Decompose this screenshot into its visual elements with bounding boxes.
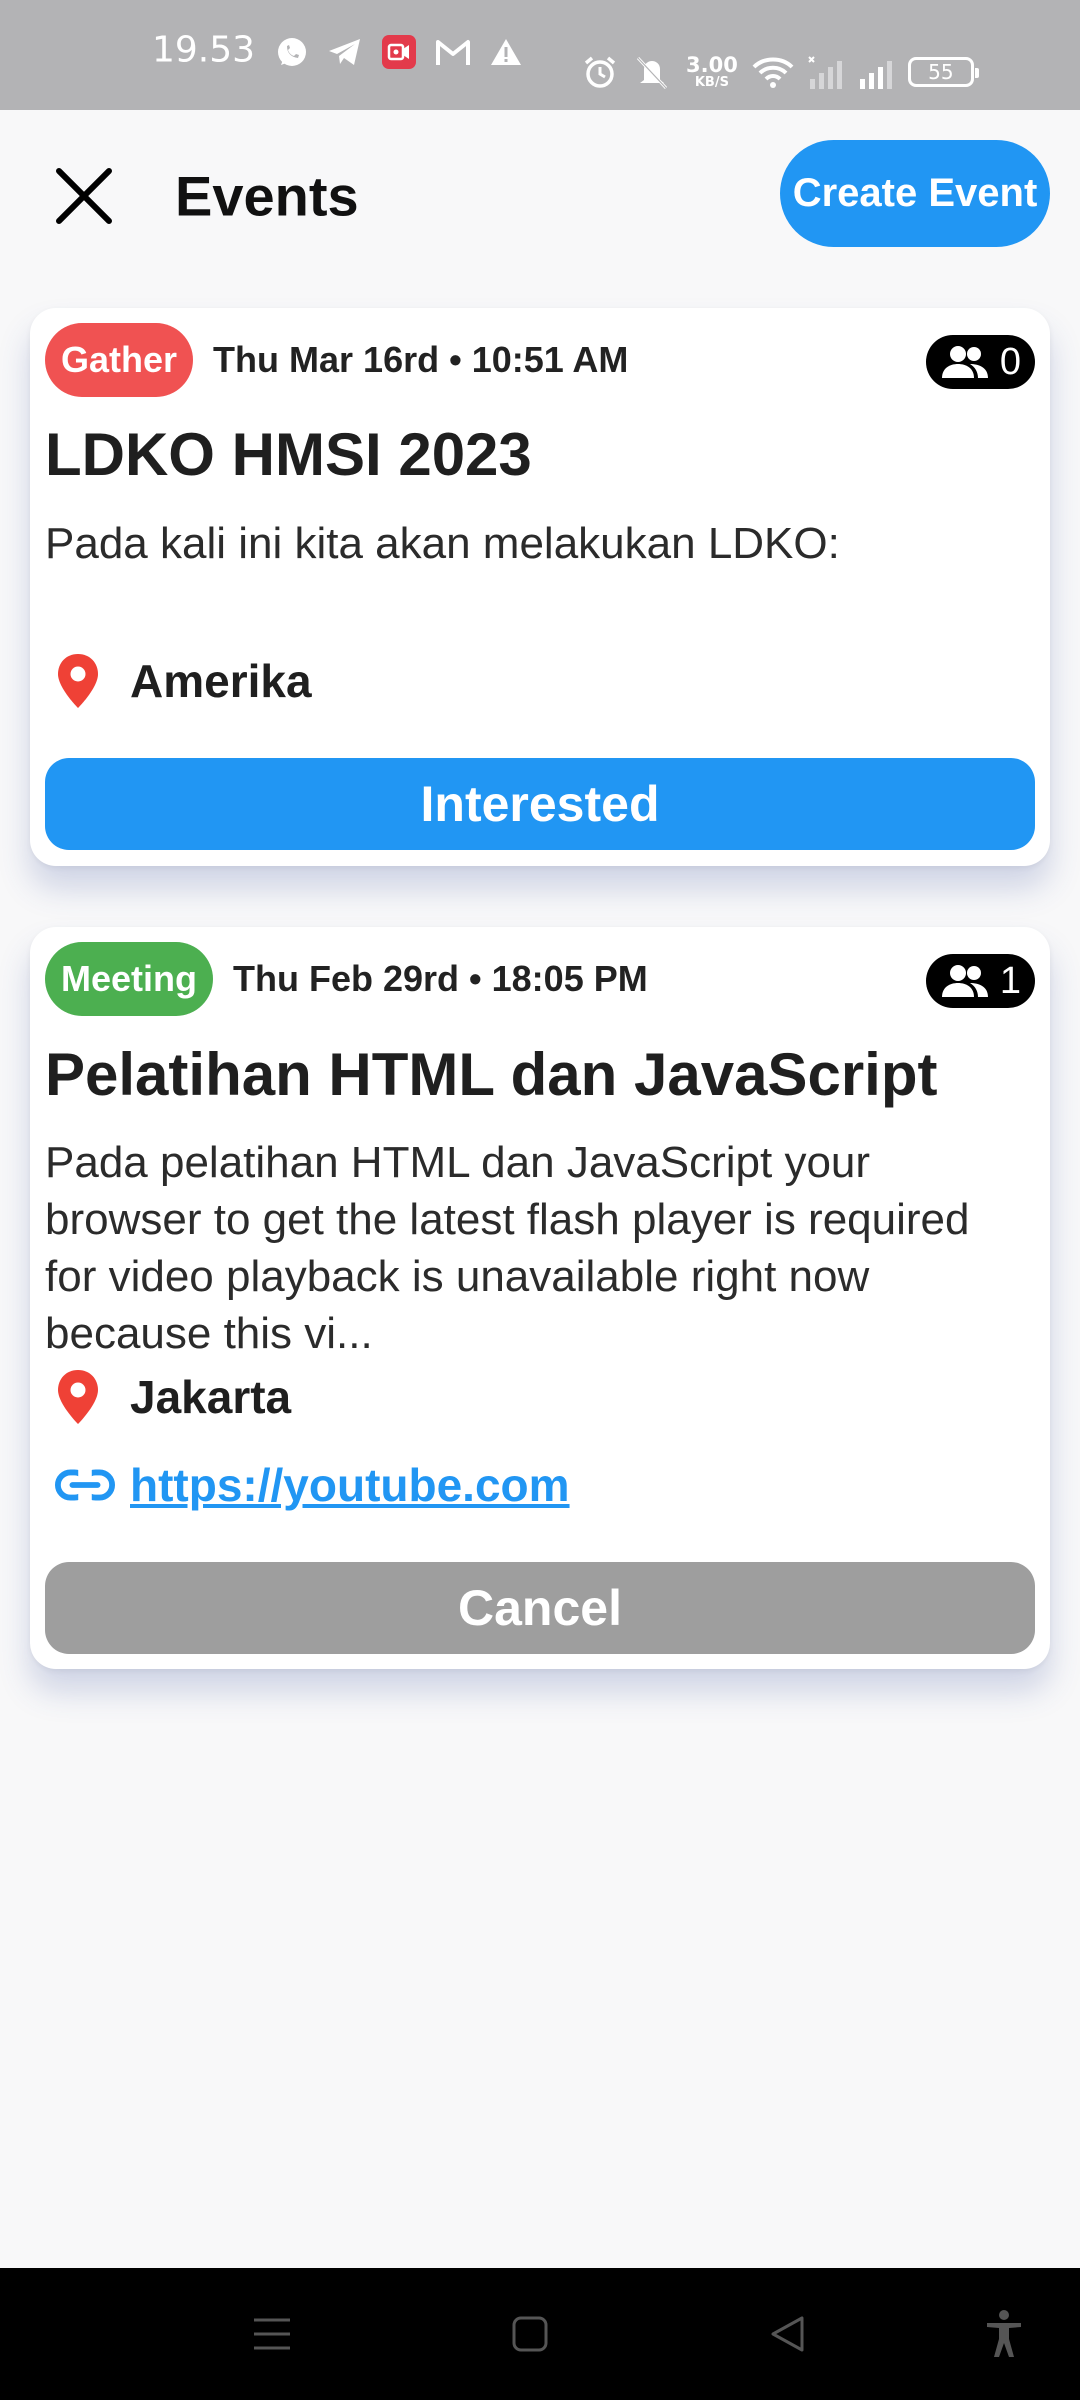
- wifi-icon: [752, 55, 794, 89]
- notification-icons: [275, 34, 523, 70]
- people-icon: [941, 965, 988, 997]
- accessibility-icon[interactable]: [984, 2309, 1024, 2359]
- system-icons: 3.00 KB/S 55: [582, 52, 979, 90]
- attendee-count: 1: [999, 959, 1021, 1002]
- event-type-tag: Meeting: [45, 942, 214, 1016]
- event-location: Jakarta: [45, 1364, 1035, 1430]
- close-icon: [56, 168, 112, 224]
- cancel-button[interactable]: Cancel: [45, 1562, 1035, 1654]
- whatsapp-icon: [275, 35, 309, 69]
- signal-icon: [858, 55, 894, 89]
- alarm-icon: [582, 54, 618, 90]
- location-text: Amerika: [130, 655, 312, 707]
- event-link[interactable]: https://youtube.com: [45, 1452, 1035, 1518]
- event-description: Pada kali ini kita akan melakukan LDKO:: [45, 519, 840, 568]
- event-card[interactable]: Gather Thu Mar 16rd • 10:51 AM 0 LDKO HM…: [30, 308, 1050, 866]
- event-title: LDKO HMSI 2023: [45, 421, 532, 488]
- net-speed-unit: KB/S: [694, 74, 729, 90]
- net-speed-value: 3.00: [686, 52, 738, 77]
- battery-indicator: 55: [907, 57, 979, 87]
- event-location: Amerika: [45, 648, 1035, 714]
- event-description: Pada pelatihan HTML dan JavaScript your …: [45, 1138, 970, 1358]
- silent-icon: [632, 54, 672, 90]
- attendee-count: 0: [999, 340, 1021, 383]
- location-pin-icon: [45, 652, 115, 710]
- people-icon: [941, 346, 988, 378]
- event-date: Thu Mar 16rd • 10:51 AM: [213, 339, 629, 380]
- link-icon: [45, 1468, 115, 1502]
- gmail-icon: [435, 37, 471, 67]
- location-pin-icon: [45, 1368, 115, 1426]
- interested-button[interactable]: Interested: [45, 758, 1035, 850]
- system-nav-bar: [0, 2268, 1080, 2400]
- telegram-icon: [327, 36, 363, 68]
- status-time: 19.53: [152, 29, 256, 71]
- attendee-count-badge: 1: [925, 954, 1035, 1008]
- event-date: Thu Feb 29rd • 18:05 PM: [233, 958, 648, 999]
- location-text: Jakarta: [130, 1371, 292, 1423]
- event-card-header: Gather Thu Mar 16rd • 10:51 AM 0: [45, 323, 1035, 397]
- app-header: Events Create Event: [0, 110, 1080, 280]
- screen-recorder-icon: [381, 34, 417, 70]
- event-card-header: Meeting Thu Feb 29rd • 18:05 PM 1: [45, 942, 1035, 1016]
- event-url-link[interactable]: https://youtube.com: [130, 1458, 570, 1512]
- close-button[interactable]: [48, 160, 120, 232]
- menu-icon[interactable]: [252, 2314, 292, 2354]
- create-event-button[interactable]: Create Event: [780, 140, 1050, 247]
- event-type-tag: Gather: [45, 323, 194, 397]
- warning-icon: [489, 37, 523, 67]
- page-title: Events: [175, 164, 359, 228]
- signal-icon: [808, 55, 844, 89]
- status-bar: 19.53 3.00 KB/S 55: [0, 0, 1080, 110]
- attendee-count-badge: 0: [925, 335, 1035, 389]
- event-card[interactable]: Meeting Thu Feb 29rd • 18:05 PM 1 Pelati…: [30, 927, 1050, 1669]
- event-title: Pelatihan HTML dan JavaScript: [45, 1041, 938, 1108]
- home-icon[interactable]: [510, 2314, 550, 2354]
- back-icon[interactable]: [768, 2314, 808, 2354]
- network-speed: 3.00 KB/S: [686, 52, 738, 90]
